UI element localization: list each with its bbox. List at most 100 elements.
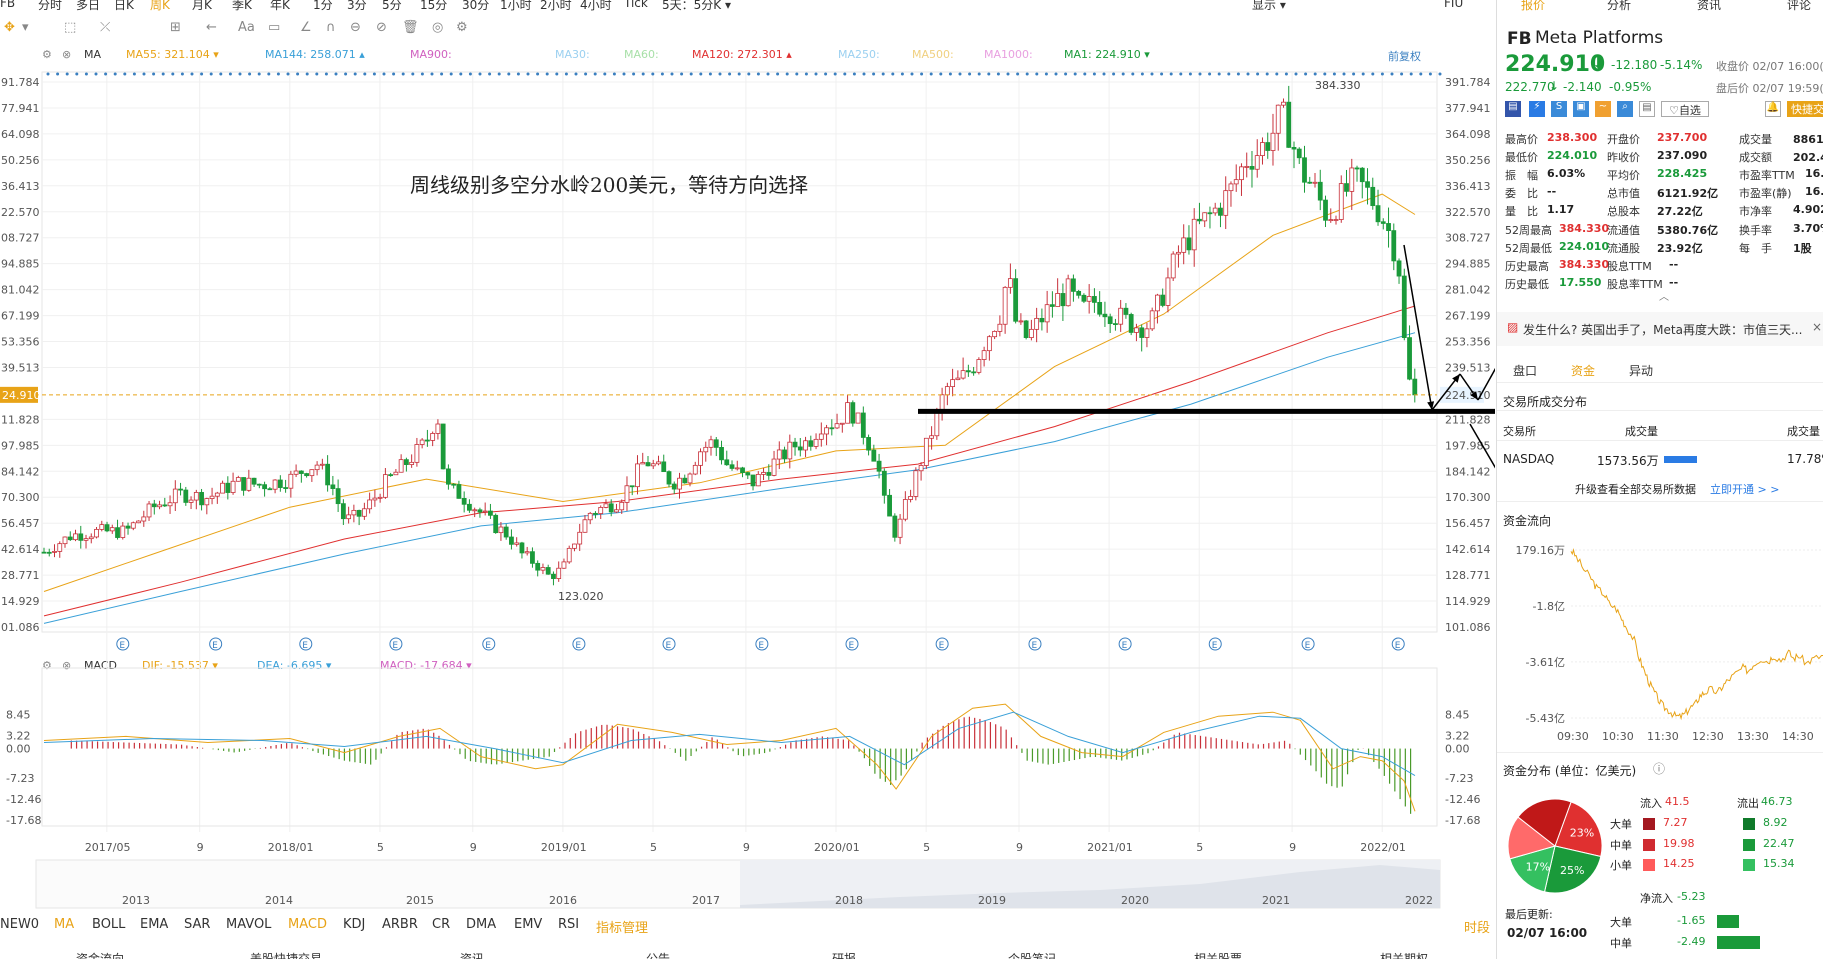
period-tab[interactable]: 2小时 [540,0,572,12]
candle-body [172,488,178,504]
right-tab[interactable]: 分析 [1607,0,1631,13]
right-tab[interactable]: 资讯 [1697,0,1721,13]
bottom-tab[interactable]: 公告 [646,950,670,959]
period-tab[interactable]: 1分 [313,0,333,12]
bottom-tab[interactable]: 相关股票 [1194,950,1242,959]
indicator-manage[interactable]: 指标管理 [596,917,648,936]
help-icon[interactable]: ⓘ [1653,760,1665,777]
chevron-up-icon[interactable]: ︿ [1659,288,1669,303]
period-tab[interactable]: 3分 [347,0,367,12]
text-tool-icon[interactable]: Aa [238,20,255,35]
event-dot [104,72,108,76]
settings-icon[interactable]: ⊘ [376,20,387,35]
period-tab[interactable]: 5分 [382,0,402,12]
crosshair-icon[interactable]: ✥ [4,20,15,35]
period-tab[interactable]: 周K [150,0,170,12]
chart-icon[interactable]: ⚡ [1529,101,1545,117]
indicator-tab[interactable]: BOLL [92,917,125,932]
comment-icon[interactable]: ▭ [268,20,280,35]
quote-value: -- [1669,275,1679,289]
indicator-tab[interactable]: DMA [466,917,496,932]
bottom-tab[interactable]: 研报 [832,950,856,959]
session-button[interactable]: 时段 [1464,917,1490,936]
last-update-time: 02/07 16:00 [1507,926,1588,940]
flow-y-label: -1.8亿 [1533,600,1565,613]
grid-tool-icon[interactable]: ⊞ [170,20,181,35]
candle-body [1039,317,1045,323]
event-dot [756,72,760,76]
delete-icon[interactable]: 🗑 [402,20,419,35]
dropdown-icon[interactable]: ▾ [22,20,29,35]
period-tab[interactable]: 年K [270,0,290,12]
period-tab[interactable]: 分时 [38,0,62,12]
period-tab[interactable]: 15分 [420,0,447,12]
indicator-tab[interactable]: ARBR [382,917,418,932]
indicator-tab[interactable]: EMV [514,917,542,932]
magnet-icon[interactable]: ∩ [326,20,336,35]
news-icon[interactable]: ▣ [1573,101,1589,117]
candle-body [52,550,57,553]
period-tab[interactable]: 日K [114,0,134,12]
fq-label[interactable]: FIU [1444,0,1463,10]
indicator-tab[interactable]: SAR [184,917,210,932]
trend-icon[interactable]: ~ [1595,101,1611,117]
indicator-tab[interactable]: NEW0 [0,917,39,932]
candle-body [1176,251,1181,255]
ruler-icon[interactable]: ⊖ [350,20,361,35]
quote-label: 股息率TTM [1607,277,1663,291]
event-dot [497,72,501,76]
event-dot [123,72,127,76]
bottom-tab[interactable]: 个股笔记 [1008,950,1056,959]
bottom-tab[interactable]: 资讯 [460,950,484,959]
period-tab[interactable]: 季K [232,0,252,12]
right-tab[interactable]: 评论 [1787,0,1811,13]
watchlist-button[interactable]: ♡自选 [1661,101,1709,117]
period-tab[interactable]: 多日 [76,0,100,12]
s-icon[interactable]: S [1551,101,1567,117]
bell-icon[interactable]: 🔔 [1765,101,1781,117]
close-icon[interactable]: × [1812,320,1822,334]
indicator-tab[interactable]: RSI [558,917,579,932]
right-tab[interactable]: 报价 [1521,0,1545,13]
indicator-tab[interactable]: MA [54,917,74,932]
search-icon[interactable]: ⌕ [1617,101,1633,117]
candle-body [1102,313,1108,318]
bottom-tab[interactable]: 美股快捷交易 [250,950,322,959]
indicator-tab[interactable]: MAVOL [226,917,271,932]
event-dot [1352,72,1356,76]
sub-tab[interactable]: 盘口 [1513,362,1537,379]
y-tick-label-left: 94.885 [1,258,40,271]
candle-body [1380,221,1386,224]
period-tab[interactable]: 5天：5分K ▾ [662,0,731,12]
indicator-tab[interactable]: EMA [140,917,168,932]
indicator-tab[interactable]: CR [432,917,450,932]
indicator-tab[interactable]: MACD [288,917,327,932]
candle-body [876,460,882,472]
flow-x-label: 11:30 [1647,730,1679,743]
quick-trade-button[interactable]: 快捷交 [1787,101,1823,117]
indicator-tab[interactable]: KDJ [343,917,365,932]
sub-tab[interactable]: 异动 [1629,362,1653,379]
undo-icon[interactable]: ← [206,20,217,35]
pen-tool-icon[interactable]: ∠ [300,20,312,35]
eye-icon[interactable]: ◎ [432,20,443,35]
period-tab[interactable]: Tick [624,0,648,10]
bottom-tab[interactable]: 相关期权 [1380,950,1428,959]
select-tool-icon[interactable]: ⬚ [64,20,76,35]
period-tab[interactable]: 30分 [462,0,489,12]
display-menu[interactable]: 显示 ▾ [1252,0,1286,12]
price-chart[interactable]: 391.784 91.784 377.941 77.941 364.098 64.098 3… [0,42,1495,942]
upgrade-link[interactable]: 立即开通 > > [1710,481,1779,497]
period-tab[interactable]: 4小时 [580,0,612,12]
sub-tab[interactable]: 资金 [1571,362,1595,379]
period-tab[interactable]: 月K [192,0,212,12]
period-tab[interactable]: 1小时 [500,0,532,12]
gear-icon[interactable]: ⚙ [456,20,468,35]
y-tick-label-left: 01.086 [1,621,40,634]
note-icon[interactable]: ▤ [1639,101,1655,117]
cross-tool-icon[interactable]: ⤫ [100,20,110,35]
bottom-tab[interactable]: 资金流向 [76,950,124,959]
period-tab[interactable]: FB [0,0,15,10]
event-dot [1371,72,1375,76]
news-banner[interactable]: ▨ 发生什么? 英国出手了，Meta再度大跌：市值三天... × [1497,312,1823,346]
